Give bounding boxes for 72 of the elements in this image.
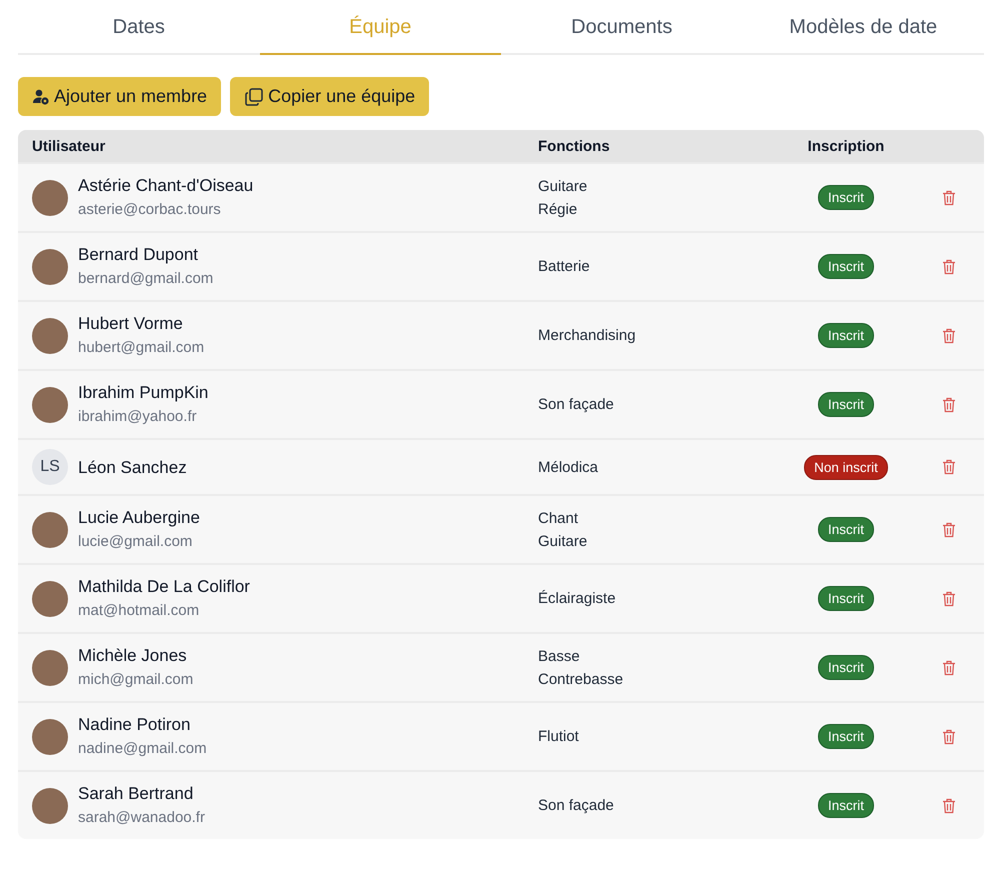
add-member-button[interactable]: Ajouter un membre — [18, 77, 222, 116]
function-label: Guitare — [538, 176, 588, 196]
trash-icon[interactable] — [942, 660, 956, 676]
user-name: Sarah Bertrand — [78, 783, 194, 805]
user-name: Bernard Dupont — [78, 244, 200, 266]
avatar-photo-placeholder — [32, 718, 68, 754]
function-label: Son façade — [538, 395, 615, 415]
status-badge: Non inscrit — [804, 454, 888, 480]
status-badge: Inscrit — [818, 724, 874, 749]
avatar-photo-placeholder — [32, 386, 68, 422]
status-badge: Inscrit — [818, 254, 874, 279]
user-name: Michèle Jones — [78, 645, 188, 667]
copy-icon — [244, 86, 264, 106]
avatar-photo-placeholder — [32, 180, 68, 216]
user-email: mat@hotmail.com — [78, 601, 200, 621]
function-label: Éclairagiste — [538, 589, 617, 609]
user-name: Léon Sanchez — [78, 456, 187, 478]
trash-icon[interactable] — [942, 190, 956, 206]
trash-icon[interactable] — [942, 328, 956, 344]
trash-icon[interactable] — [942, 396, 956, 412]
user-name: Lucie Aubergine — [78, 507, 200, 529]
tab[interactable]: Modèles de date — [742, 0, 984, 55]
function-label: Contrebasse — [538, 670, 624, 690]
status-badge: Inscrit — [818, 586, 874, 611]
user-name: Nadine Potiron — [78, 714, 192, 736]
trash-icon[interactable] — [942, 728, 956, 744]
function-label: Son façade — [538, 796, 615, 816]
trash-icon[interactable] — [942, 522, 956, 538]
function-label: Batterie — [538, 257, 591, 277]
function-label: Régie — [538, 200, 578, 220]
trash-icon[interactable] — [942, 258, 956, 274]
tab[interactable]: Documents — [501, 0, 742, 55]
avatar-photo-placeholder — [32, 248, 68, 284]
function-label: Flutiot — [538, 727, 580, 747]
avatar-photo-placeholder — [32, 788, 68, 824]
user-email: mich@gmail.com — [78, 670, 194, 690]
status-badge: Inscrit — [818, 323, 874, 348]
user-email: ibrahim@yahoo.fr — [78, 407, 198, 427]
user-plus-icon — [32, 88, 50, 106]
function-label: Merchandising — [538, 326, 637, 346]
function-label: Basse — [538, 646, 581, 666]
user-name: Astérie Chant-d'Oiseau — [78, 175, 254, 197]
avatar-photo-placeholder — [32, 650, 68, 686]
user-name: Hubert Vorme — [78, 313, 184, 335]
function-label: Mélodica — [538, 458, 600, 478]
column-header: Fonctions — [538, 138, 611, 154]
column-header: Inscription — [806, 138, 886, 154]
trash-icon[interactable] — [942, 459, 956, 475]
avatar-photo-placeholder — [32, 512, 68, 548]
user-name: Mathilda De La Coliflor — [78, 576, 250, 598]
user-email: sarah@wanadoo.fr — [78, 808, 205, 828]
status-badge: Inscrit — [818, 793, 874, 818]
status-badge: Inscrit — [818, 392, 874, 417]
user-name: Ibrahim PumpKin — [78, 382, 208, 404]
user-email: lucie@gmail.com — [78, 532, 194, 552]
avatar-photo-placeholder — [32, 580, 68, 616]
tab[interactable]: Dates — [18, 0, 260, 55]
trash-icon[interactable] — [942, 798, 956, 814]
user-email: nadine@gmail.com — [78, 739, 207, 759]
user-email: hubert@gmail.com — [78, 338, 204, 358]
status-badge: Inscrit — [818, 517, 874, 542]
status-badge: Inscrit — [818, 655, 874, 680]
status-badge: Inscrit — [818, 185, 874, 210]
function-label: Chant — [538, 508, 580, 528]
function-label: Guitare — [538, 532, 588, 552]
avatar-initials: LS — [32, 449, 68, 485]
copy-team-button[interactable]: Copier une équipe — [230, 77, 430, 116]
column-header: Utilisateur — [31, 138, 106, 154]
user-email: asterie@corbac.tours — [78, 200, 222, 220]
avatar-photo-placeholder — [32, 318, 68, 354]
user-email: bernard@gmail.com — [78, 269, 214, 289]
trash-icon[interactable] — [942, 590, 956, 606]
